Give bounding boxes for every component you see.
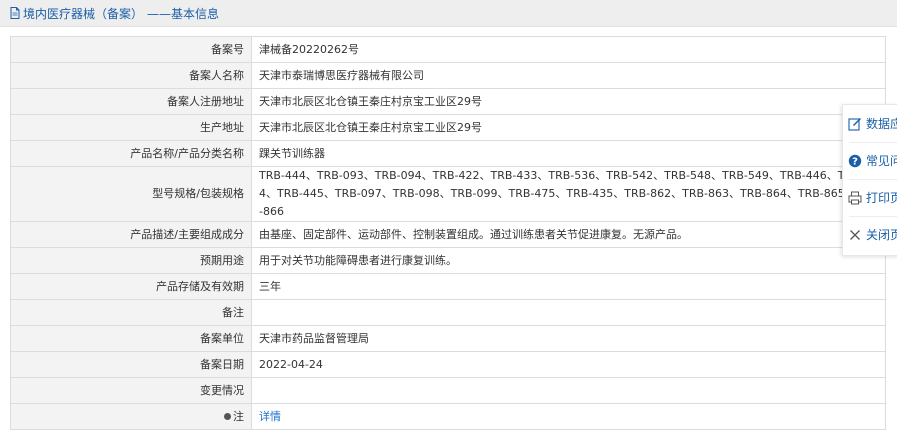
faq-button[interactable]: ? 常见问 [843,142,897,179]
row-label: 产品描述/主要组成成分 [10,221,252,248]
edit-icon [848,117,861,131]
print-icon [848,191,862,204]
page-header: 境内医疗器械（备案） ——基本信息 [0,0,897,27]
row-value: 天津市泰瑞博思医疗器械有限公司 [251,62,886,89]
close-page-button[interactable]: 关闭页 [843,216,897,253]
row-value: 三年 [251,273,886,300]
row-value: 由基座、固定部件、运动部件、控制装置组成。通过训练患者关节促进康复。无源产品。 [251,221,886,248]
table-row-production-address: 生产地址 天津市北辰区北仓镇王秦庄村京宝工业区29号 [10,114,886,141]
document-icon [10,7,20,19]
row-label: 产品名称/产品分类名称 [10,140,252,167]
side-item-label: 数据应 [866,117,897,131]
row-value: 天津市药品监督管理局 [251,325,886,352]
row-label: 变更情况 [10,377,252,404]
row-value: 天津市北辰区北仓镇王秦庄村京宝工业区29号 [251,88,886,115]
close-icon [850,229,860,240]
table-row-product-name: 产品名称/产品分类名称 踝关节训练器 [10,140,886,167]
row-label: 型号规格/包装规格 [10,166,252,222]
row-label: 备注 [10,299,252,326]
side-toolbar: 数据应 ? 常见问 打印页 关闭页 [842,104,897,256]
model-spec-text: TRB-444、TRB-093、TRB-094、TRB-422、TRB-433、… [259,169,878,218]
print-page-button[interactable]: 打印页 [843,179,897,216]
table-row-model-spec: 型号规格/包装规格 TRB-444、TRB-093、TRB-094、TRB-42… [10,166,886,222]
svg-text:?: ? [852,156,858,167]
side-item-label: 关闭页 [866,228,897,242]
row-value: 津械备20220262号 [251,36,886,63]
page-title: 境内医疗器械（备案） ——基本信息 [10,5,219,21]
row-value [251,299,886,326]
page-subtitle: ——基本信息 [147,6,220,21]
table-row-storage-validity: 产品存储及有效期 三年 [10,273,886,300]
table-row-record-number: 备案号 津械备20220262号 [10,36,886,63]
row-label: 生产地址 [10,114,252,141]
table-row-filing-unit: 备案单位 天津市药品监督管理局 [10,325,886,352]
row-label: 备案人名称 [10,62,252,89]
row-label: 备案单位 [10,325,252,352]
note-label-text: 注 [233,409,244,423]
row-value: 2022-04-24 [251,351,886,378]
side-item-label: 打印页 [866,191,897,205]
table-row-filer-address: 备案人注册地址 天津市北辰区北仓镇王秦庄村京宝工业区29号 [10,88,886,115]
bullet-icon [224,412,231,420]
table-row-remarks: 备注 [10,299,886,326]
page-title-text: 境内医疗器械（备案） [23,6,144,21]
row-label: 备案人注册地址 [10,88,252,115]
row-value [251,377,886,404]
row-label: 预期用途 [10,247,252,274]
table-row-change-status: 变更情况 [10,377,886,404]
details-link[interactable]: 详情 [259,410,281,423]
row-label: 产品存储及有效期 [10,273,252,300]
table-row-description: 产品描述/主要组成成分 由基座、固定部件、运动部件、控制装置组成。通过训练患者关… [10,221,886,248]
side-item-label: 常见问 [866,154,897,168]
table-row-intended-use: 预期用途 用于对关节功能障碍患者进行康复训练。 [10,247,886,274]
row-value: 踝关节训练器 [251,140,886,167]
row-value: 用于对关节功能障碍患者进行康复训练。 [251,247,886,274]
table-row-filing-date: 备案日期 2022-04-24 [10,351,886,378]
row-value: 天津市北辰区北仓镇王秦庄村京宝工业区29号 [251,114,886,141]
data-feedback-button[interactable]: 数据应 [843,105,897,142]
row-label: 备案日期 [10,351,252,378]
question-icon: ? [848,154,862,167]
info-table: 备案号 津械备20220262号 备案人名称 天津市泰瑞博思医疗器械有限公司 备… [10,36,886,430]
row-label: 备案号 [10,36,252,63]
table-row-filer-name: 备案人名称 天津市泰瑞博思医疗器械有限公司 [10,62,886,89]
row-value: TRB-444、TRB-093、TRB-094、TRB-422、TRB-433、… [251,166,886,222]
